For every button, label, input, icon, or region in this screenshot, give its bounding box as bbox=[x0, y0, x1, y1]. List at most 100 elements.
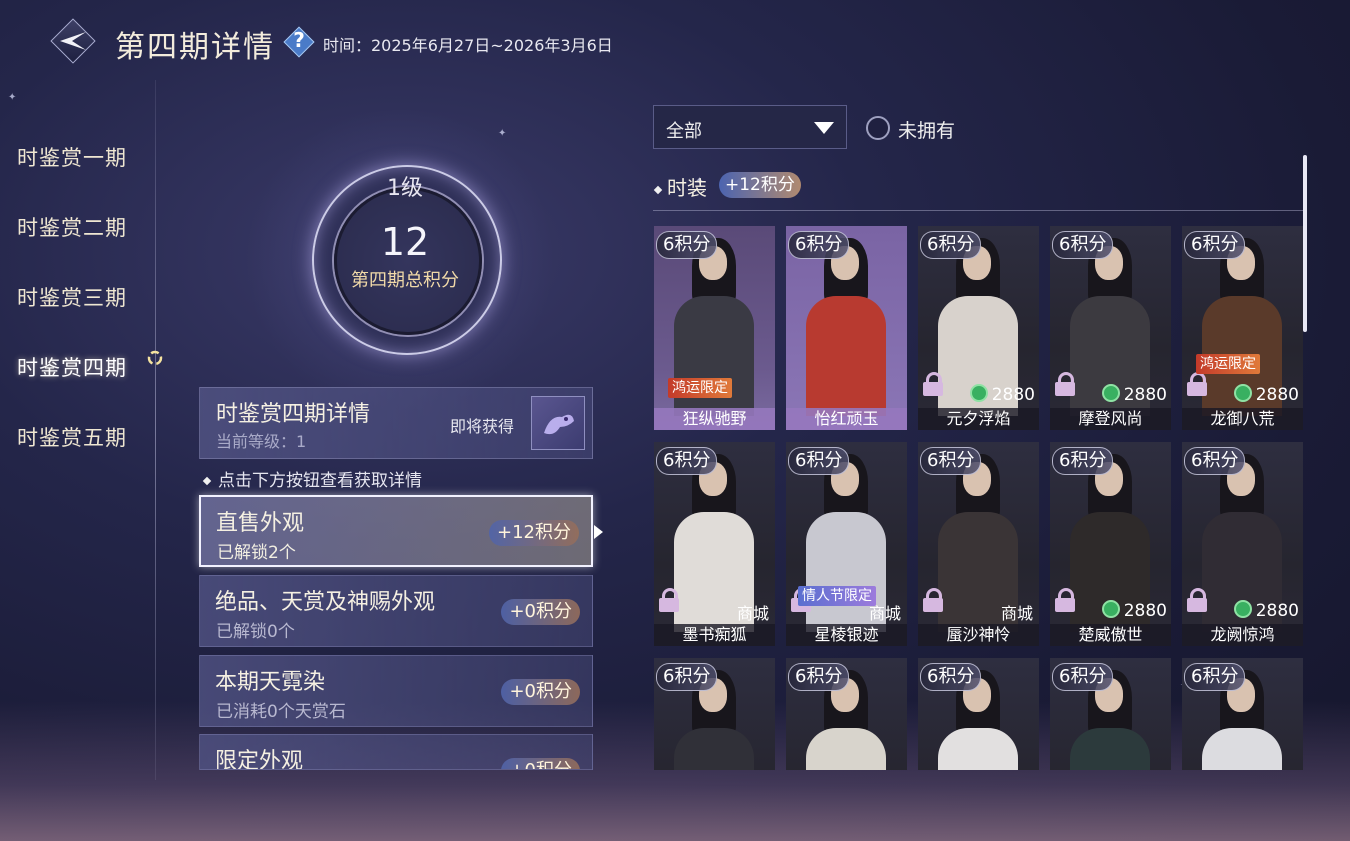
category-sub: 已消耗0个天赏石 bbox=[216, 702, 346, 722]
category-title: 限定外观 bbox=[215, 749, 304, 770]
section-title: 时装 bbox=[667, 176, 707, 200]
chevron-down-icon bbox=[814, 122, 834, 134]
nav-item-period-4[interactable]: 时鉴赏四期 bbox=[17, 352, 127, 382]
points-badge: 6积分 bbox=[656, 447, 718, 475]
hint-text: 点击下方按钮查看获取详情 bbox=[202, 466, 422, 491]
outfit-card[interactable]: 6积分 bbox=[1050, 658, 1171, 770]
points-badge: 6积分 bbox=[1184, 231, 1246, 259]
price-label: 2880 bbox=[969, 384, 1035, 405]
category-limited[interactable]: 限定外观 +0积分 bbox=[199, 734, 593, 770]
nav-item-period-3[interactable]: 时鉴赏三期 bbox=[17, 282, 127, 312]
back-button[interactable] bbox=[50, 18, 96, 64]
lock-body bbox=[1055, 382, 1075, 396]
category-dye[interactable]: 本期天霓染 已消耗0个天赏石 +0积分 bbox=[199, 655, 593, 727]
jade-currency-icon bbox=[1233, 384, 1252, 402]
character-outfit bbox=[1070, 728, 1150, 770]
page-title: 第四期详情 bbox=[115, 30, 275, 65]
outfit-card[interactable]: 6积分 鸿运限定 2880 龙御八荒 bbox=[1182, 226, 1303, 430]
outfit-card[interactable]: 6积分 bbox=[918, 658, 1039, 770]
points-badge: 6积分 bbox=[788, 663, 850, 691]
unowned-label[interactable]: 未拥有 bbox=[898, 116, 955, 143]
outfit-card[interactable]: 6积分 商城 墨书痴狐 bbox=[654, 442, 775, 646]
nav-item-period-5[interactable]: 时鉴赏五期 bbox=[17, 422, 127, 452]
outfit-card[interactable]: 6积分 bbox=[654, 658, 775, 770]
section-divider bbox=[653, 210, 1303, 211]
points-badge: 6积分 bbox=[1052, 663, 1114, 691]
filter-selected: 全部 bbox=[666, 121, 702, 142]
outfit-name: 狂纵驰野 bbox=[654, 408, 775, 430]
back-arrow-icon bbox=[60, 32, 86, 50]
unowned-radio[interactable] bbox=[866, 116, 890, 140]
outfit-card[interactable]: 6积分 bbox=[786, 658, 907, 770]
outfit-card[interactable]: 6积分 2880 龙阙惊鸿 bbox=[1182, 442, 1303, 646]
filter-dropdown[interactable]: 全部 bbox=[653, 105, 847, 149]
category-points: +0积分 bbox=[501, 758, 580, 769]
points-badge: 6积分 bbox=[920, 447, 982, 475]
price-value: 2880 bbox=[1123, 385, 1167, 405]
outfit-name: 星棱银迹 bbox=[786, 624, 907, 646]
lock-icon bbox=[659, 588, 679, 612]
soon-label: 即将获得 bbox=[450, 417, 515, 436]
category-points: +0积分 bbox=[501, 679, 580, 705]
jade-currency-icon bbox=[1101, 600, 1120, 618]
category-direct-sale[interactable]: 直售外观 已解锁2个 +12积分 bbox=[199, 495, 593, 567]
outfit-card[interactable]: 6积分 2880 摩登风尚 bbox=[1050, 226, 1171, 430]
side-divider bbox=[155, 80, 156, 780]
lock-body bbox=[1055, 598, 1075, 612]
points-badge: 6积分 bbox=[1184, 663, 1246, 691]
outfit-name: 楚威傲世 bbox=[1050, 624, 1171, 646]
help-symbol: ? bbox=[293, 28, 305, 52]
outfit-grid: 6积分 鸿运限定 狂纵驰野 6积分 怡红顽玉 6积分 2880 元夕浮焰 6积分 2880 摩登风尚… bbox=[654, 226, 1304, 770]
price-value: 2880 bbox=[1255, 601, 1299, 621]
period-detail-card[interactable]: 时鉴赏四期详情 当前等级：1 即将获得 bbox=[199, 387, 593, 459]
outfit-name: 怡红顽玉 bbox=[786, 408, 907, 430]
reward-item-icon[interactable] bbox=[531, 396, 585, 450]
outfit-card[interactable]: 6积分怡红顽玉 bbox=[786, 226, 907, 430]
lock-icon bbox=[1187, 588, 1207, 612]
detail-title: 时鉴赏四期详情 bbox=[216, 402, 371, 427]
limited-tag: 鸿运限定 bbox=[668, 378, 732, 398]
character-outfit bbox=[806, 728, 886, 770]
points-badge: 6积分 bbox=[788, 231, 850, 259]
outfit-name: 龙阙惊鸿 bbox=[1182, 624, 1303, 646]
lock-icon bbox=[923, 588, 943, 612]
character-outfit bbox=[938, 728, 1018, 770]
limited-tag: 情人节限定 bbox=[798, 586, 876, 606]
jade-currency-icon bbox=[1101, 384, 1120, 402]
lock-body bbox=[659, 598, 679, 612]
limited-tag: 鸿运限定 bbox=[1196, 354, 1260, 374]
outfit-card[interactable]: 6积分 鸿运限定 狂纵驰野 bbox=[654, 226, 775, 430]
outfit-card[interactable]: 6积分 2880 元夕浮焰 bbox=[918, 226, 1039, 430]
shop-label: 商城 bbox=[1000, 604, 1033, 623]
category-premium[interactable]: 绝品、天赏及神赐外观 已解锁0个 +0积分 bbox=[199, 575, 593, 647]
category-points: +0积分 bbox=[501, 599, 580, 625]
outfit-card[interactable]: 6积分 商城 蜃沙神怜 bbox=[918, 442, 1039, 646]
outfit-card[interactable]: 6积分 2880 楚威傲世 bbox=[1050, 442, 1171, 646]
period-time: 时间：2025年6月27日~2026年3月6日 bbox=[323, 36, 613, 55]
lock-body bbox=[1187, 598, 1207, 612]
price-label: 2880 bbox=[1101, 384, 1167, 405]
character-outfit bbox=[1202, 728, 1282, 770]
category-title: 直售外观 bbox=[216, 511, 305, 536]
outfit-name: 摩登风尚 bbox=[1050, 408, 1171, 430]
shop-label: 商城 bbox=[736, 604, 769, 623]
hint-label: 点击下方按钮查看获取详情 bbox=[218, 471, 422, 491]
help-button[interactable]: ? bbox=[283, 26, 315, 58]
outfit-card[interactable]: 6积分 情人节限定 商城 星棱银迹 bbox=[786, 442, 907, 646]
nav-item-period-2[interactable]: 时鉴赏二期 bbox=[17, 212, 127, 242]
current-level: 当前等级：1 bbox=[216, 432, 307, 451]
character-outfit bbox=[806, 296, 886, 416]
outfit-name: 元夕浮焰 bbox=[918, 408, 1039, 430]
star-decoration: ✦ bbox=[498, 128, 507, 139]
points-badge: 6积分 bbox=[656, 663, 718, 691]
lock-icon bbox=[1055, 372, 1075, 396]
points-badge: 6积分 bbox=[1052, 231, 1114, 259]
nav-item-period-1[interactable]: 时鉴赏一期 bbox=[17, 142, 127, 172]
section-points: +12积分 bbox=[719, 172, 801, 198]
outfit-card[interactable]: 6积分 bbox=[1182, 658, 1303, 770]
outfit-name: 龙御八荒 bbox=[1182, 408, 1303, 430]
score-label: 第四期总积分 bbox=[351, 270, 459, 291]
score-ring: 1级 12 第四期总积分 bbox=[240, 110, 560, 410]
active-swirl-icon bbox=[147, 350, 163, 366]
category-points: +12积分 bbox=[489, 520, 579, 546]
